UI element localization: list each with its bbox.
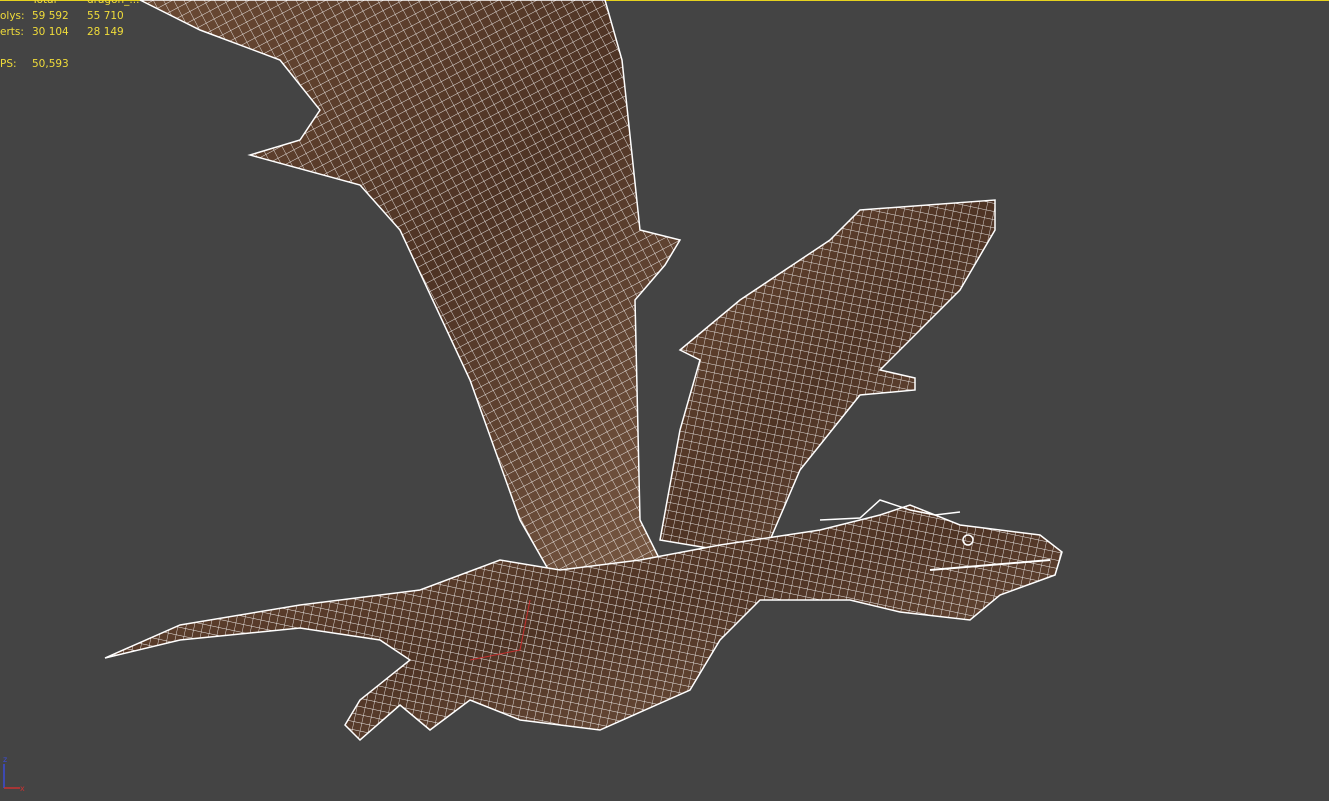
stats-polys-label: olys: xyxy=(0,10,25,22)
stats-verts-selected: 28 149 xyxy=(87,26,124,38)
left-wing xyxy=(139,0,682,591)
stats-header-selected: dragon_... xyxy=(87,0,140,6)
axis-gizmo-icon: z x xyxy=(3,755,25,793)
dragon-wireframe-model[interactable] xyxy=(0,0,1329,801)
stats-verts-label: erts: xyxy=(0,26,24,38)
axis-z-label: z xyxy=(3,755,7,764)
axis-x-label: x xyxy=(20,784,25,793)
stats-fps-label: PS: xyxy=(0,58,17,70)
stats-polys-total: 59 592 xyxy=(32,10,69,22)
stats-verts-total: 30 104 xyxy=(32,26,69,38)
stats-header-total: Total xyxy=(32,0,57,6)
perspective-viewport[interactable]: Total dragon_... olys: 59 592 55 710 ert… xyxy=(0,0,1329,801)
stats-polys-selected: 55 710 xyxy=(87,10,124,22)
right-wing xyxy=(659,199,996,551)
stats-fps-value: 50,593 xyxy=(32,58,69,70)
